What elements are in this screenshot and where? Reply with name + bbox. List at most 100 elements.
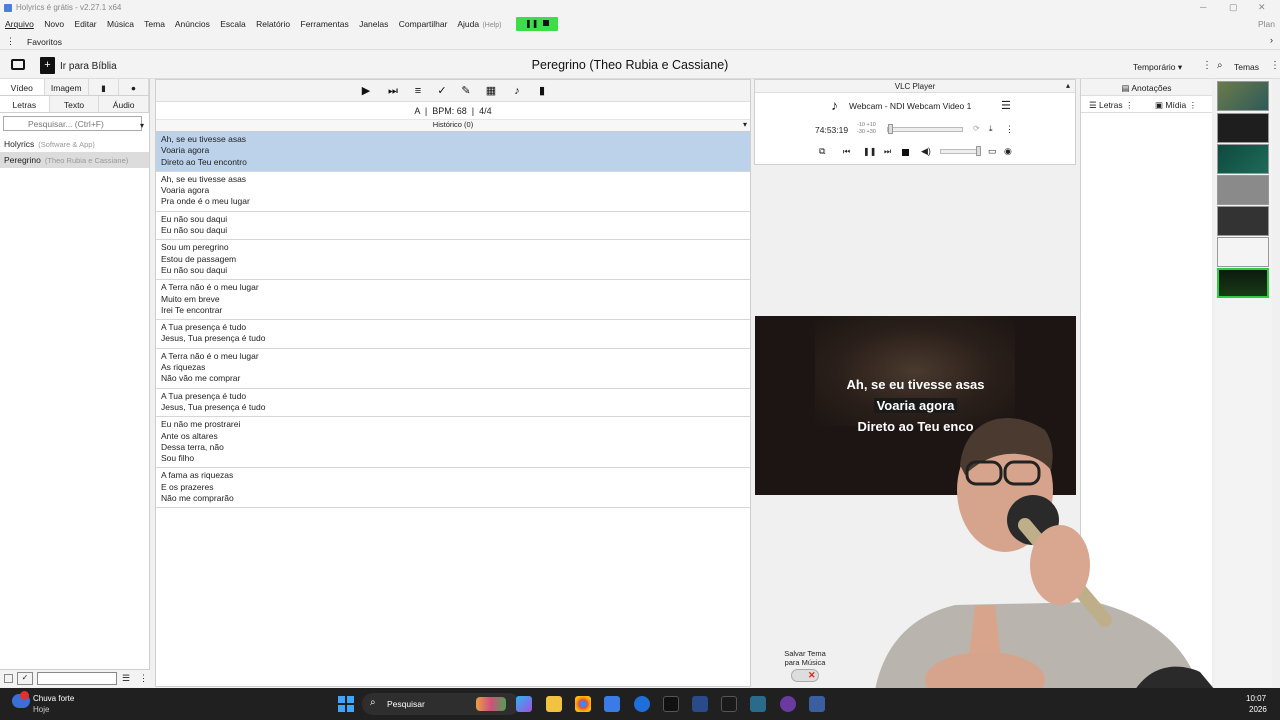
play-icon[interactable]: ▶ — [360, 85, 372, 97]
minimize-icon[interactable]: ─ — [1200, 2, 1206, 12]
download-icon[interactable]: ⤓ — [989, 124, 993, 134]
theme-thumbnail[interactable] — [1217, 206, 1269, 236]
theme-thumbnail-selected[interactable] — [1217, 268, 1269, 298]
list-icon[interactable]: ☰ — [122, 673, 130, 684]
menu-relatorio[interactable]: Relatório — [256, 19, 290, 29]
theme-thumbnail[interactable] — [1217, 175, 1269, 205]
chevron-down-icon[interactable]: ▾ — [140, 121, 144, 130]
slide-item[interactable]: A Terra não é o meu lugar As riquezas Não … — [156, 349, 750, 389]
app-icon[interactable] — [692, 696, 708, 712]
store-icon[interactable] — [604, 696, 620, 712]
slide-item[interactable]: A fama as riquezas E os prazeres Não me co… — [156, 468, 750, 509]
slide-item[interactable]: Eu não me prostrarei Ante os altares Dessa… — [156, 417, 750, 469]
slide-item[interactable]: Ah, se eu tivesse asas Voaria agora Direto… — [156, 132, 750, 172]
clock-time[interactable]: 10:07 — [1246, 694, 1266, 703]
offset-top[interactable]: -10 +10 — [857, 122, 876, 128]
holyrics-taskbar-icon[interactable] — [809, 696, 825, 712]
app-icon[interactable] — [780, 696, 796, 712]
save-theme-toggle[interactable]: ✕ — [791, 669, 819, 682]
menu-escala[interactable]: Escala — [220, 19, 246, 29]
info-icon[interactable]: ● — [119, 79, 149, 95]
folder-icon[interactable]: ▭ — [988, 146, 997, 157]
copilot-icon[interactable] — [516, 696, 532, 712]
theme-thumbnail[interactable] — [1217, 144, 1269, 174]
chevron-right-icon[interactable]: › — [1270, 35, 1273, 45]
edit-icon[interactable]: ✎ — [460, 85, 472, 97]
volume-icon[interactable]: ◀) — [921, 146, 931, 157]
menu-anuncios[interactable]: Anúncios — [175, 19, 210, 29]
slide-item[interactable]: A Tua presença é tudo Jesus, Tua presença… — [156, 389, 750, 418]
theme-thumbnail[interactable] — [1217, 81, 1269, 111]
tab-media[interactable]: ▣ Mídia ⋮ — [1155, 100, 1197, 111]
music-note-icon[interactable]: ♪ — [511, 85, 523, 97]
checkbox[interactable] — [4, 674, 13, 683]
more-vertical-icon[interactable]: ⋮ — [6, 36, 15, 47]
skip-next-icon[interactable]: ⏭ — [884, 147, 891, 157]
app-icon[interactable] — [663, 696, 679, 712]
menu-novo[interactable]: Novo — [44, 19, 64, 29]
plan-label[interactable]: Plan — [1258, 19, 1275, 29]
maximize-icon[interactable]: ▢ — [1229, 2, 1238, 13]
trash-icon[interactable]: ▮ — [536, 85, 548, 97]
app-icon[interactable] — [634, 696, 650, 712]
more-vertical-icon[interactable]: ⋮ — [1270, 60, 1280, 71]
menu-musica[interactable]: Música — [107, 19, 134, 29]
theme-thumbnail[interactable] — [1217, 113, 1269, 143]
tab-text[interactable]: Texto — [50, 96, 100, 112]
close-icon[interactable]: ✕ — [1258, 2, 1266, 13]
slide-item[interactable]: Ah, se eu tivesse asas Voaria agora Pra on… — [156, 172, 750, 212]
favorites-label[interactable]: Favoritos — [27, 37, 62, 47]
spellcheck-icon[interactable]: ✓ — [436, 85, 448, 97]
skip-previous-icon[interactable]: ⏮ — [843, 147, 850, 157]
more-vertical-icon[interactable]: ⋮ — [139, 673, 148, 684]
vlc-source[interactable]: Webcam - NDI Webcam Video 1 — [849, 101, 971, 111]
tab-lyrics-right[interactable]: ☰ Letras ⋮ — [1089, 100, 1133, 111]
document-icon[interactable]: ▮ — [89, 79, 119, 95]
menu-tema[interactable]: Tema — [144, 19, 165, 29]
menu-janelas[interactable]: Janelas — [359, 19, 388, 29]
bible-icon[interactable]: + — [40, 57, 55, 74]
chrome-icon[interactable] — [575, 696, 591, 712]
seek-slider[interactable] — [887, 127, 963, 132]
list-item[interactable]: Peregrino (Theo Rubia e Cassiane) — [0, 152, 149, 168]
menu-arquivo[interactable]: Arquivo — [5, 19, 34, 29]
list-item[interactable]: Holyrics (Software & App) — [0, 136, 149, 152]
windows-start-icon[interactable] — [338, 696, 354, 712]
pause-icon[interactable]: ❚❚ — [863, 147, 876, 156]
menu-editar[interactable]: Editar — [74, 19, 96, 29]
globe-icon[interactable]: ◉ — [1004, 146, 1012, 157]
bible-button[interactable]: Ir para Bíblia — [60, 61, 117, 72]
search-icon[interactable]: ⌕ — [1217, 60, 1223, 71]
playlist-add-icon[interactable]: ≡ — [412, 85, 424, 97]
taskbar-search[interactable]: ⌕ Pesquisar — [362, 693, 520, 715]
playlist-icon[interactable]: ☰ — [1001, 99, 1011, 112]
chevron-down-icon[interactable]: ▾ — [743, 120, 747, 129]
screen-icon[interactable]: ⧉ — [819, 146, 825, 157]
file-explorer-icon[interactable] — [546, 696, 562, 712]
tab-lyrics[interactable]: Letras — [0, 96, 50, 112]
collapse-icon[interactable]: ▴ — [1066, 81, 1070, 90]
stop-icon[interactable] — [543, 20, 549, 26]
volume-handle[interactable] — [976, 146, 981, 156]
menu-ferramentas[interactable]: Ferramentas — [301, 19, 349, 29]
grid-icon[interactable]: ▦ — [485, 85, 497, 97]
tab-audio[interactable]: Áudio — [99, 96, 150, 112]
repeat-icon[interactable]: ⟳ — [973, 124, 980, 133]
clock-date[interactable]: 2026 — [1249, 705, 1267, 714]
offset-bottom[interactable]: -30 +30 — [857, 129, 876, 135]
tab-image[interactable]: Imagem — [45, 79, 89, 95]
app-icon[interactable] — [750, 696, 766, 712]
song-key[interactable]: A — [414, 106, 420, 116]
song-bpm[interactable]: BPM: 68 — [432, 106, 467, 116]
stop-icon[interactable] — [902, 149, 909, 156]
check-icon[interactable]: ✓ — [17, 672, 33, 685]
slide-item[interactable]: A Terra não é o meu lugar Muito em breve I… — [156, 280, 750, 321]
history-dropdown[interactable]: Histórico (0) ▾ — [156, 120, 750, 132]
slide-item[interactable]: A Tua presença é tudo Jesus, Tua presença… — [156, 320, 750, 349]
play-pause-control[interactable]: ❚❚ — [516, 17, 558, 31]
menu-compartilhar[interactable]: Compartilhar — [399, 19, 448, 29]
slide-item[interactable]: Eu não sou daqui Eu não sou daqui — [156, 212, 750, 241]
volume-slider[interactable] — [940, 149, 980, 154]
skip-next-icon[interactable]: ⏭ — [387, 85, 399, 97]
temporary-dropdown[interactable]: Temporário ▾ — [1133, 62, 1182, 73]
